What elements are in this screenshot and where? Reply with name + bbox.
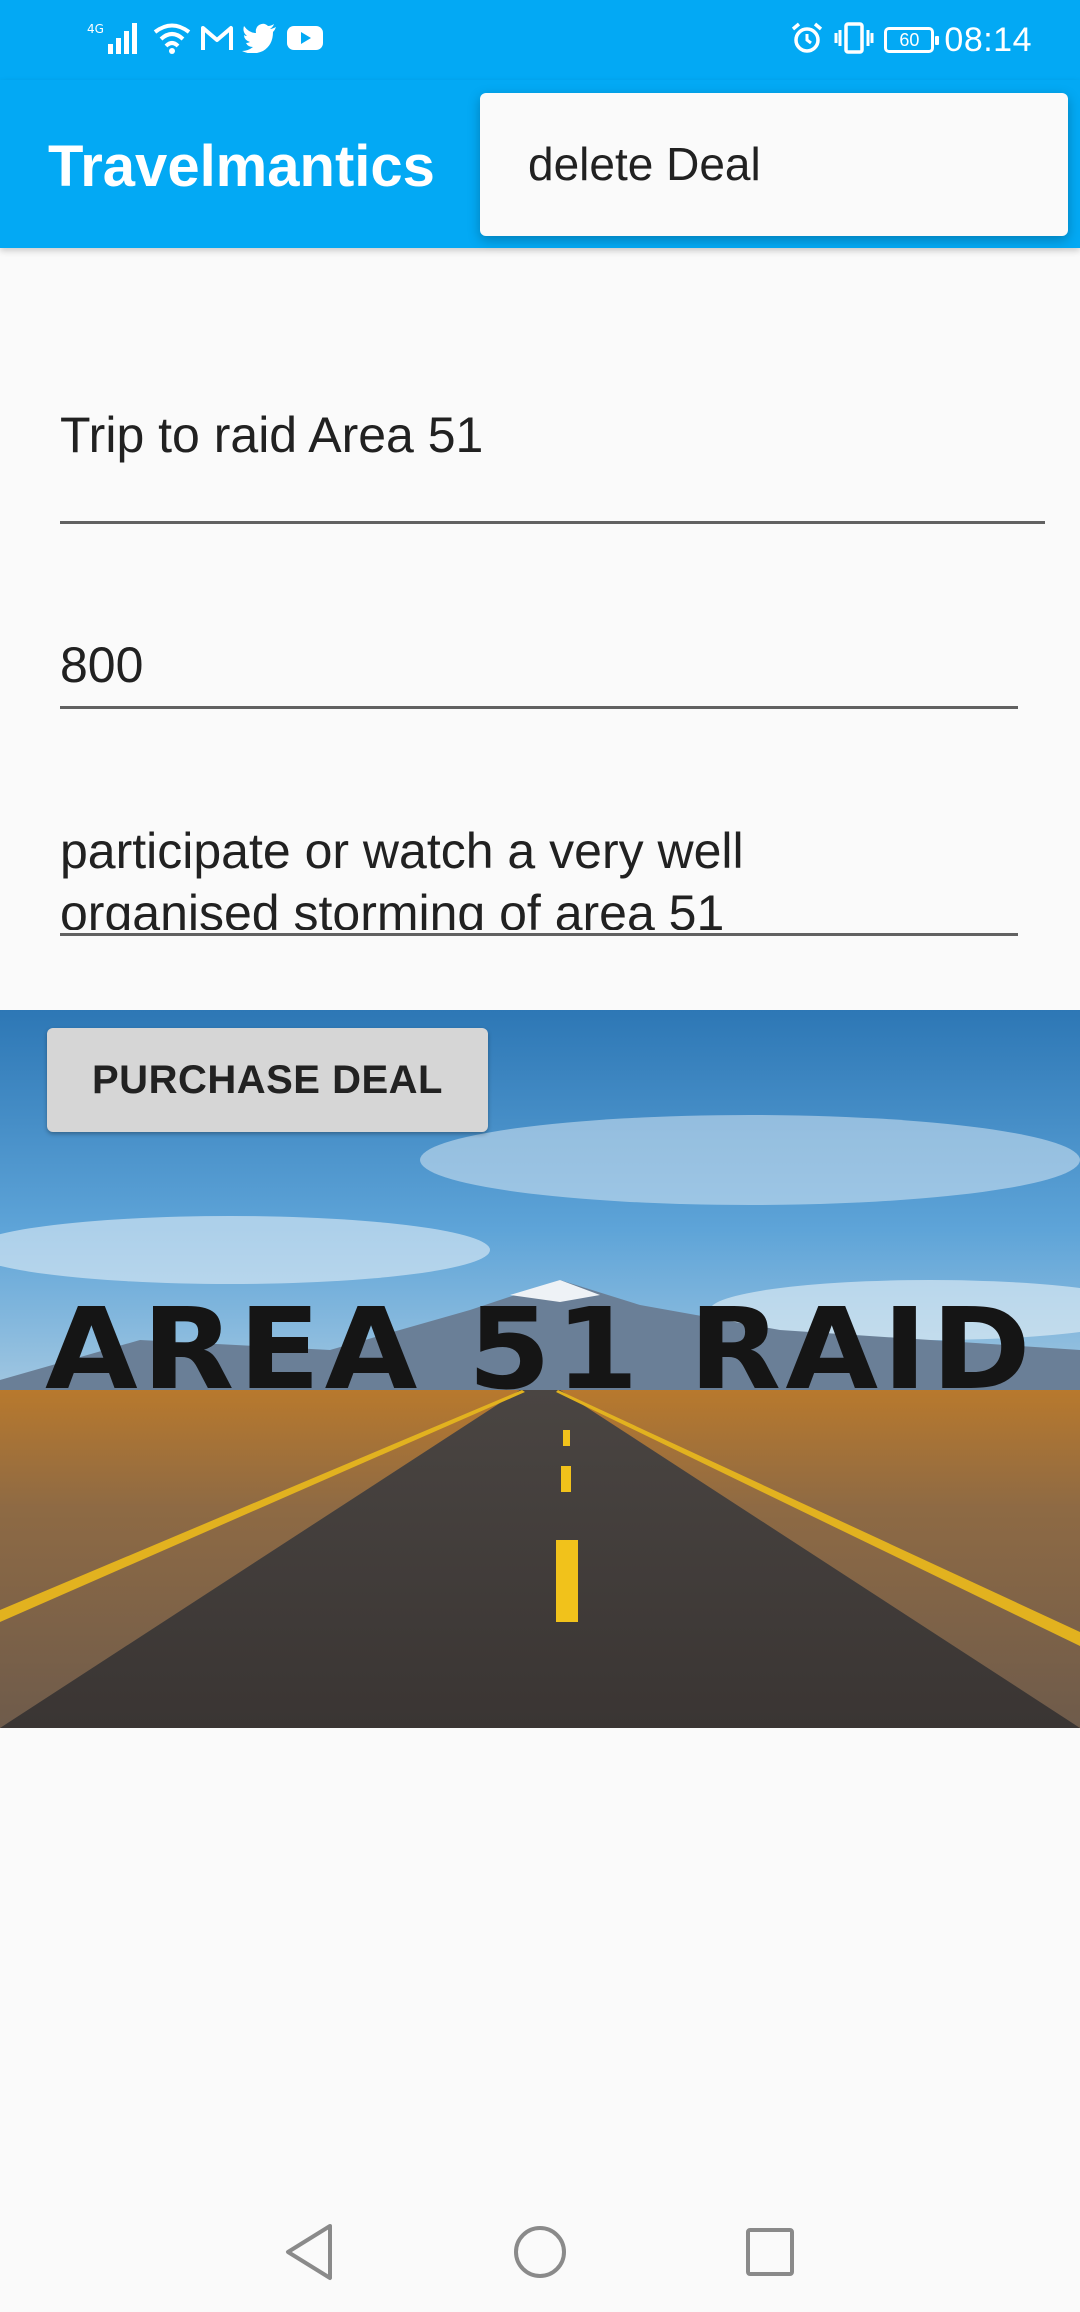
alarm-icon bbox=[790, 21, 824, 60]
area-51-raid-lettering: AREA 51 RAID bbox=[45, 1285, 1035, 1415]
home-icon[interactable] bbox=[500, 2212, 580, 2292]
status-time: 08:14 bbox=[944, 20, 1032, 59]
youtube-icon bbox=[286, 23, 324, 58]
twitter-icon bbox=[242, 23, 278, 58]
battery-icon: 60 bbox=[884, 27, 940, 53]
gmail-icon bbox=[200, 23, 234, 58]
description-input[interactable]: participate or watch a very well organis… bbox=[60, 820, 1018, 930]
purchase-deal-button[interactable]: PURCHASE DEAL bbox=[47, 1028, 488, 1132]
vibrate-icon bbox=[834, 21, 874, 60]
signal-icon: 4G bbox=[86, 20, 144, 61]
description-line-2: organised storming of area 51 bbox=[60, 885, 725, 930]
description-input-underline bbox=[60, 933, 1018, 936]
status-icons-right: 60 08:14 bbox=[790, 18, 1032, 62]
price-input[interactable]: 800 bbox=[60, 636, 1018, 694]
menu-item-delete-deal[interactable]: delete Deal bbox=[528, 93, 761, 236]
overflow-menu: delete Deal bbox=[480, 93, 1068, 236]
svg-text:AREA 51 RAID: AREA 51 RAID bbox=[45, 1285, 1035, 1415]
status-icons-left: 4G bbox=[86, 18, 324, 62]
back-icon[interactable] bbox=[268, 2212, 348, 2292]
wifi-icon bbox=[152, 20, 192, 61]
description-line-1: participate or watch a very well bbox=[60, 823, 744, 879]
app-title: Travelmantics bbox=[48, 134, 435, 199]
title-input[interactable]: Trip to raid Area 51 bbox=[60, 406, 1045, 464]
svg-text:4G: 4G bbox=[87, 22, 104, 36]
title-input-underline bbox=[60, 521, 1045, 524]
recents-icon[interactable] bbox=[730, 2212, 810, 2292]
status-bar: 4G 60 08:14 bbox=[0, 0, 1080, 80]
nav-bar bbox=[0, 2192, 1080, 2312]
price-input-underline bbox=[60, 706, 1018, 709]
